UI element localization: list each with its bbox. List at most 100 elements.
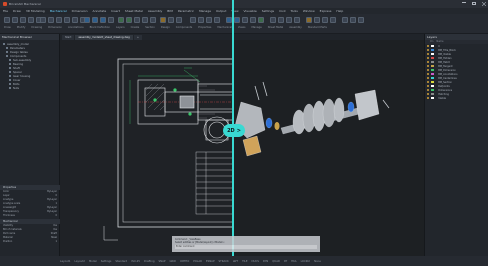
- menu-item[interactable]: Draw: [13, 9, 21, 13]
- mirror-icon[interactable]: [64, 17, 70, 23]
- lightbulb-icon[interactable]: [427, 68, 430, 72]
- property-value[interactable]: 0: [55, 214, 57, 218]
- lightbulb-icon[interactable]: [427, 52, 430, 56]
- status-toggle[interactable]: SNAP: [159, 260, 166, 263]
- viewupdate-icon[interactable]: [108, 17, 114, 23]
- status-toggle[interactable]: Settings: [101, 260, 112, 263]
- table-icon[interactable]: [150, 17, 156, 23]
- layer-color-swatch[interactable]: [431, 60, 435, 64]
- layers-column-header[interactable]: On: [430, 40, 433, 44]
- status-toggle[interactable]: QUAD: [272, 260, 280, 263]
- lightbulb-icon[interactable]: [427, 80, 430, 84]
- menu-item[interactable]: Output: [216, 9, 226, 13]
- lightbulb-icon[interactable]: [427, 88, 430, 92]
- status-toggle[interactable]: LWT: [233, 260, 238, 263]
- status-toggle[interactable]: TILE: [242, 260, 247, 263]
- viewdetail-icon[interactable]: [100, 17, 106, 23]
- command-input[interactable]: Enter command: [175, 245, 317, 249]
- flange-icon[interactable]: [342, 17, 348, 23]
- menu-item[interactable]: Parametric: [178, 9, 194, 13]
- menu-item[interactable]: BIM: [167, 9, 173, 13]
- layer-color-swatch[interactable]: [431, 48, 435, 52]
- menu-item[interactable]: Express: [320, 9, 332, 13]
- layer-color-swatch[interactable]: [431, 68, 435, 72]
- menu-item[interactable]: Mechanical: [50, 9, 67, 13]
- menu-item[interactable]: Civil: [279, 9, 285, 13]
- layer-color-swatch[interactable]: [431, 84, 435, 88]
- layer-row[interactable]: Visible: [425, 96, 488, 100]
- menu-item[interactable]: Assembly: [148, 9, 162, 13]
- block-edit-icon[interactable]: [176, 17, 182, 23]
- menu-item[interactable]: Window: [303, 9, 315, 13]
- layer-color-swatch[interactable]: [431, 80, 435, 84]
- unfold-icon[interactable]: [358, 17, 364, 23]
- status-toggle[interactable]: ORTHO: [180, 260, 189, 263]
- status-toggle[interactable]: HKA: [291, 260, 296, 263]
- lightbulb-icon[interactable]: [427, 96, 430, 100]
- layers-column-header[interactable]: Name: [436, 40, 443, 44]
- standard-parts-icon[interactable]: [250, 17, 256, 23]
- menu-item[interactable]: Insert: [111, 9, 120, 13]
- move-icon[interactable]: [40, 17, 46, 23]
- view-iso-icon[interactable]: [286, 17, 292, 23]
- layer-lock-icon[interactable]: [214, 17, 220, 23]
- dimension-icon[interactable]: [118, 17, 124, 23]
- menu-item[interactable]: Help: [336, 9, 343, 13]
- layer-color-swatch[interactable]: [431, 88, 435, 92]
- smartdim-icon[interactable]: [126, 17, 132, 23]
- lightbulb-icon[interactable]: [427, 84, 430, 88]
- layer-freeze-icon[interactable]: [206, 17, 212, 23]
- layer-off-icon[interactable]: [198, 17, 204, 23]
- layer-color-swatch[interactable]: [431, 96, 435, 100]
- status-toggle[interactable]: Standard: [115, 260, 127, 263]
- lightbulb-icon[interactable]: [427, 56, 430, 60]
- menu-item[interactable]: Tools: [290, 9, 297, 13]
- lightbulb-icon[interactable]: [427, 76, 430, 80]
- viewsection-icon[interactable]: [92, 17, 98, 23]
- lightbulb-icon[interactable]: [427, 60, 430, 64]
- menu-item[interactable]: Visualize: [244, 9, 257, 13]
- layer-manager-icon[interactable]: [190, 17, 196, 23]
- block-create-icon[interactable]: [168, 17, 174, 23]
- status-toggle[interactable]: ESNAP: [206, 260, 215, 263]
- status-toggle[interactable]: POLAR: [193, 260, 202, 263]
- tree-item[interactable]: Nuts: [3, 86, 59, 90]
- layer-color-swatch[interactable]: [431, 44, 435, 48]
- status-toggle[interactable]: Layout2: [74, 260, 84, 263]
- rotate-icon[interactable]: [56, 17, 62, 23]
- property-value[interactable]: 1: [55, 240, 57, 244]
- lightbulb-icon[interactable]: [427, 44, 430, 48]
- status-toggle[interactable]: ISO-25: [131, 260, 140, 263]
- status-toggle[interactable]: DUCS: [252, 260, 259, 263]
- maximize-icon[interactable]: [472, 2, 476, 5]
- status-toggle[interactable]: None: [314, 260, 321, 263]
- minimize-icon[interactable]: [462, 2, 466, 5]
- lightbulb-icon[interactable]: [427, 92, 430, 96]
- layer-color-swatch[interactable]: [431, 92, 435, 96]
- model-3d-viewport[interactable]: [233, 40, 424, 256]
- view-toggle-badge[interactable]: 2D >: [223, 124, 245, 137]
- layer-color-swatch[interactable]: [431, 72, 435, 76]
- property-row[interactable]: Position 1: [0, 240, 60, 244]
- status-toggle[interactable]: Drafting: [144, 260, 155, 263]
- block-insert-icon[interactable]: [160, 17, 166, 23]
- status-toggle[interactable]: Layout1: [60, 260, 70, 263]
- menu-item[interactable]: Manage: [199, 9, 211, 13]
- bom-icon[interactable]: [234, 17, 240, 23]
- lightbulb-icon[interactable]: [427, 64, 430, 68]
- view-top-icon[interactable]: [270, 17, 276, 23]
- dissolve-icon[interactable]: [330, 17, 336, 23]
- status-toggle[interactable]: Model: [89, 260, 97, 263]
- visual-style-icon[interactable]: [294, 17, 300, 23]
- menu-item[interactable]: Settings: [262, 9, 274, 13]
- explode-icon[interactable]: [242, 17, 248, 23]
- trim-icon[interactable]: [72, 17, 78, 23]
- layer-color-swatch[interactable]: [431, 56, 435, 60]
- replace-component-icon[interactable]: [322, 17, 328, 23]
- insert-component-icon[interactable]: [314, 17, 320, 23]
- line-icon[interactable]: [4, 17, 10, 23]
- layer-color-swatch[interactable]: [431, 64, 435, 68]
- viewbase-icon[interactable]: [84, 17, 90, 23]
- assembly-icon[interactable]: [306, 17, 312, 23]
- lightbulb-icon[interactable]: [427, 72, 430, 76]
